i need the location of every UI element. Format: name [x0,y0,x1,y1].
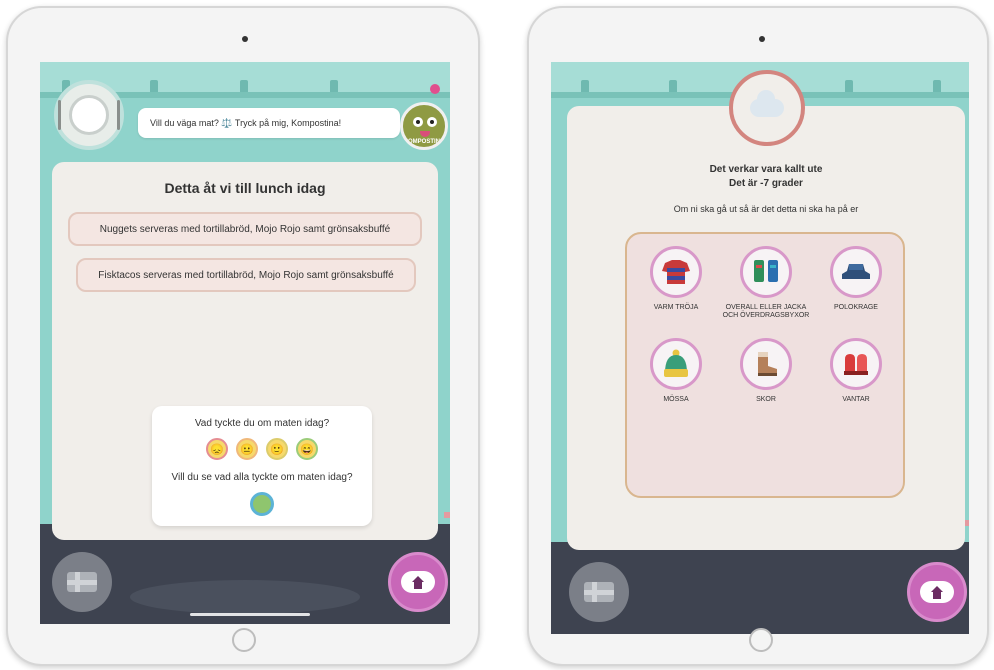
hardware-home-button [232,628,256,652]
overall-icon [740,246,792,298]
language-button[interactable] [52,552,112,612]
mascot-mouth [420,131,430,137]
weather-badge [729,70,805,146]
lunch-screen: Vill du väga mat? ⚖️ Tryck på mig, Kompo… [40,62,450,624]
weather-line-2: Det är -7 grader [729,178,803,189]
mascot-label: KOMPOSTINA [403,139,445,145]
left-tablet: Vill du väga mat? ⚖️ Tryck på mig, Kompo… [6,6,480,666]
home-indicator [190,613,310,616]
clothing-item-boots[interactable]: SKOR [721,338,811,404]
plate-icon [58,95,120,135]
clothing-label: POLOKRAGE [834,304,878,311]
mascot-eye [427,117,437,127]
clothing-item-mittens[interactable]: VANTAR [811,338,901,404]
clothing-label: VARM TRÖJA [653,304,699,311]
clothing-item-overall[interactable]: OVERALL ELLER JACKA OCH ÖVERDRAGSBYXOR [721,246,811,320]
kompostina-mascot[interactable]: KOMPOSTINA [400,102,448,150]
clothing-label: MÖSSA [663,396,689,403]
weather-line-1: Det verkar vara kallt ute [709,164,823,175]
clothing-label: VANTAR [842,396,870,403]
smiley-neutral-button[interactable]: 😐 [236,438,258,460]
clothing-item-sweater[interactable]: VARM TRÖJA [631,246,721,312]
smiley-sad-button[interactable]: 😞 [206,438,228,460]
mascot-eye [413,117,423,127]
decor-edge [444,512,450,518]
menu-item[interactable]: Fisktacos serveras med tortillabröd, Moj… [76,258,416,292]
smiley-very-happy-button[interactable]: 😄 [296,438,318,460]
speech-bubble[interactable]: Vill du väga mat? ⚖️ Tryck på mig, Kompo… [138,108,400,138]
clothing-label: OVERALL ELLER JACKA OCH ÖVERDRAGSBYXOR [722,304,810,320]
language-button[interactable] [569,562,629,622]
camera-dot [242,36,248,42]
rating-question: Vad tyckte du om maten idag? [194,418,330,429]
beanie-icon [650,338,702,390]
home-button[interactable] [907,562,967,622]
clothing-item-beanie[interactable]: MÖSSA [631,338,721,404]
weather-screen: Det verkar vara kallt ute Det är -7 grad… [551,62,969,634]
clothing-box: VARM TRÖJA OVERALL ELLER JACKA OCH ÖVERD… [625,232,905,498]
weather-panel: Det verkar vara kallt ute Det är -7 grad… [567,106,965,550]
lunch-panel: Detta åt vi till lunch idag Nuggets serv… [52,162,438,540]
rating-box: Vad tyckte du om maten idag? 😞 😐 🙂 😄 Vil… [152,406,372,526]
swedish-flag-icon [67,572,97,592]
polo-collar-icon [830,246,882,298]
boot-icon [740,338,792,390]
menu-item[interactable]: Nuggets serveras med tortillabröd, Mojo … [68,212,422,246]
smiley-happy-button[interactable]: 🙂 [266,438,288,460]
results-question: Vill du se vad alla tyckte om maten idag… [171,472,353,483]
right-tablet: Det verkar vara kallt ute Det är -7 grad… [527,6,989,666]
ground-shadow [130,580,360,614]
sweater-icon [650,246,702,298]
cloud-icon [750,90,784,117]
clothing-label: SKOR [756,396,776,403]
home-icon [920,581,954,603]
flower-icon [430,84,440,94]
home-icon [401,571,435,593]
hardware-home-button [749,628,773,652]
home-button[interactable] [388,552,448,612]
lunch-title: Detta åt vi till lunch idag [164,180,326,196]
swedish-flag-icon [584,582,614,602]
weigh-food-button[interactable] [54,80,124,150]
mittens-icon [830,338,882,390]
camera-dot [759,36,765,42]
show-results-button[interactable] [250,492,274,516]
clothing-instruction: Om ni ska gå ut så är det detta ni ska h… [673,204,859,214]
clothing-item-polo[interactable]: POLOKRAGE [811,246,901,312]
